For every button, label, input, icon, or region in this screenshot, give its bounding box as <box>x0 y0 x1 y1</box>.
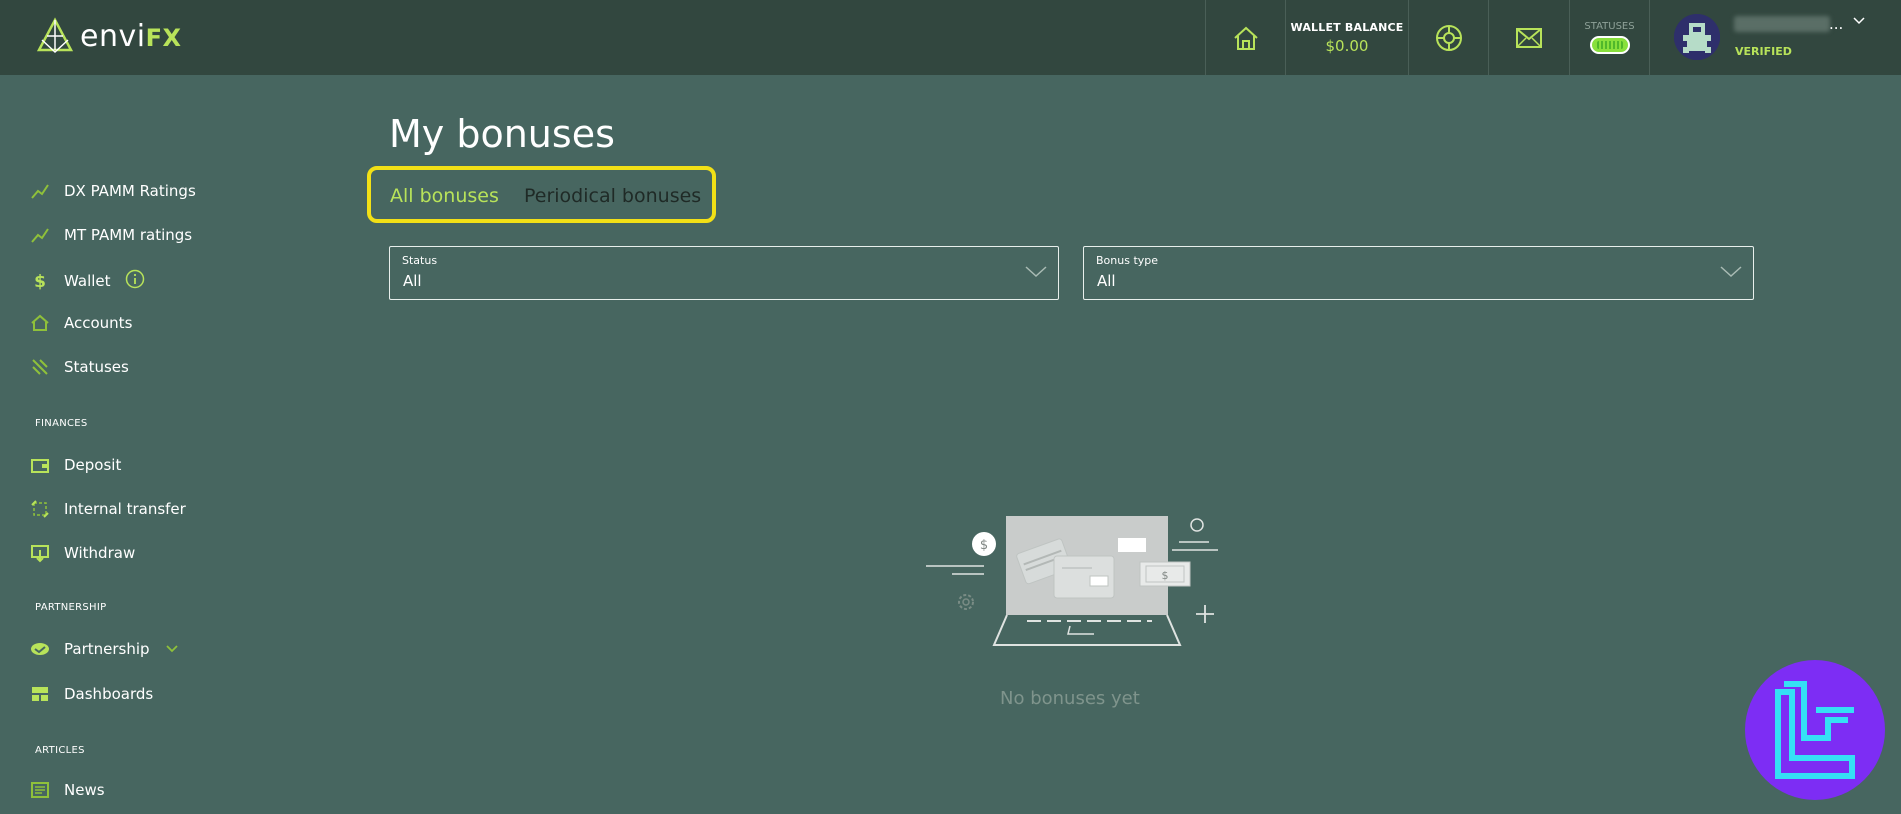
status-select[interactable]: Status All <box>389 246 1059 300</box>
svg-text:$: $ <box>980 538 988 553</box>
sidebar-item-label: Statuses <box>64 358 129 376</box>
sidebar-item-label: Internal transfer <box>64 500 186 518</box>
status-select-value: All <box>403 272 422 290</box>
wallet-balance-label: WALLET BALANCE <box>1290 20 1404 34</box>
svg-text:$: $ <box>34 272 46 291</box>
handshake-icon <box>30 639 50 659</box>
top-header: enviFX WALLET BALANCE $0.00 STATUSES ...… <box>0 0 1901 75</box>
wallet-balance-value: $0.00 <box>1325 36 1369 55</box>
sidebar-item-withdraw[interactable]: Withdraw <box>30 543 135 563</box>
sidebar-item-internal-transfer[interactable]: Internal transfer <box>30 499 186 519</box>
sidebar-section-finances: FINANCES <box>35 418 88 429</box>
sidebar-item-label: DX PAMM Ratings <box>64 182 196 200</box>
withdraw-icon <box>30 543 50 563</box>
logo-icon <box>36 17 74 54</box>
transfer-icon <box>30 499 50 519</box>
sidebar-item-news[interactable]: News <box>30 780 105 800</box>
page-title: My bonuses <box>389 112 615 156</box>
envifx-logo[interactable]: enviFX <box>36 16 181 56</box>
home-button[interactable] <box>1205 0 1285 75</box>
chevron-down-icon[interactable] <box>164 641 180 657</box>
sidebar-item-mt-pamm-ratings[interactable]: MT PAMM ratings <box>30 225 192 245</box>
sidebar-section-partnership: PARTNERSHIP <box>35 602 107 613</box>
info-icon[interactable] <box>125 269 145 293</box>
logo-text-main: envi <box>80 18 146 54</box>
statuses-label: STATUSES <box>1584 21 1635 32</box>
support-button[interactable] <box>1408 0 1488 75</box>
sidebar-item-label: Accounts <box>64 314 133 332</box>
trend-line-icon <box>30 181 50 201</box>
status-battery-icon <box>1589 36 1630 54</box>
sidebar-item-label: News <box>64 781 105 799</box>
bonus-type-select-label: Bonus type <box>1096 254 1159 267</box>
sidebar-item-label: MT PAMM ratings <box>64 226 193 244</box>
user-name-redacted <box>1734 16 1830 32</box>
watermark-logo-icon <box>1745 660 1885 800</box>
bonus-tabs: All bonuses Periodical bonuses <box>367 166 716 223</box>
tab-all-bonuses[interactable]: All bonuses <box>390 185 499 207</box>
user-name-ellipsis: ... <box>1829 15 1844 33</box>
sidebar-item-label: Wallet <box>64 272 111 290</box>
bonus-type-select-value: All <box>1097 272 1116 290</box>
mail-icon <box>1516 27 1542 48</box>
chevron-down-icon <box>1025 266 1047 278</box>
sidebar-item-dashboards[interactable]: Dashboards <box>30 684 153 704</box>
wallet-balance[interactable]: WALLET BALANCE $0.00 <box>1285 0 1408 75</box>
sidebar-item-wallet[interactable]: $ Wallet <box>30 269 145 293</box>
logo-text-accent: FX <box>145 23 182 52</box>
home-icon <box>30 313 50 333</box>
dollar-icon: $ <box>30 271 50 291</box>
news-icon <box>30 780 50 800</box>
sidebar-item-dx-pamm-ratings[interactable]: DX PAMM Ratings <box>30 181 196 201</box>
empty-laptop-illustration-icon: $ $ <box>926 516 1218 646</box>
sidebar-item-label: Deposit <box>64 456 122 474</box>
sidebar-item-label: Withdraw <box>64 544 136 562</box>
statuses-icon <box>30 357 50 377</box>
sidebar-item-label: Partnership <box>64 640 150 658</box>
verified-badge: VERIFIED <box>1735 45 1792 58</box>
lifebuoy-icon <box>1435 24 1462 51</box>
tab-periodical-bonuses[interactable]: Periodical bonuses <box>524 185 701 207</box>
sidebar-item-accounts[interactable]: Accounts <box>30 313 132 333</box>
sidebar-section-articles: ARTICLES <box>35 745 85 756</box>
chevron-down-icon <box>1720 266 1742 278</box>
pixel-avatar-icon <box>1674 14 1720 60</box>
sidebar-item-deposit[interactable]: Deposit <box>30 455 121 475</box>
empty-state-message: No bonuses yet <box>1000 688 1140 709</box>
messages-button[interactable] <box>1488 0 1569 75</box>
trend-line-icon <box>30 225 50 245</box>
svg-text:$: $ <box>1162 569 1169 582</box>
chevron-down-icon[interactable] <box>1852 14 1866 28</box>
sidebar-item-statuses[interactable]: Statuses <box>30 357 129 377</box>
avatar[interactable] <box>1674 14 1720 60</box>
statuses-indicator[interactable]: STATUSES <box>1569 0 1649 75</box>
sidebar-item-label: Dashboards <box>64 685 154 703</box>
dashboard-icon <box>30 684 50 704</box>
sidebar-item-partnership[interactable]: Partnership <box>30 639 180 659</box>
home-icon <box>1233 26 1258 50</box>
status-select-label: Status <box>402 254 438 267</box>
wallet-icon <box>30 455 50 475</box>
bonus-type-select[interactable]: Bonus type All <box>1083 246 1754 300</box>
